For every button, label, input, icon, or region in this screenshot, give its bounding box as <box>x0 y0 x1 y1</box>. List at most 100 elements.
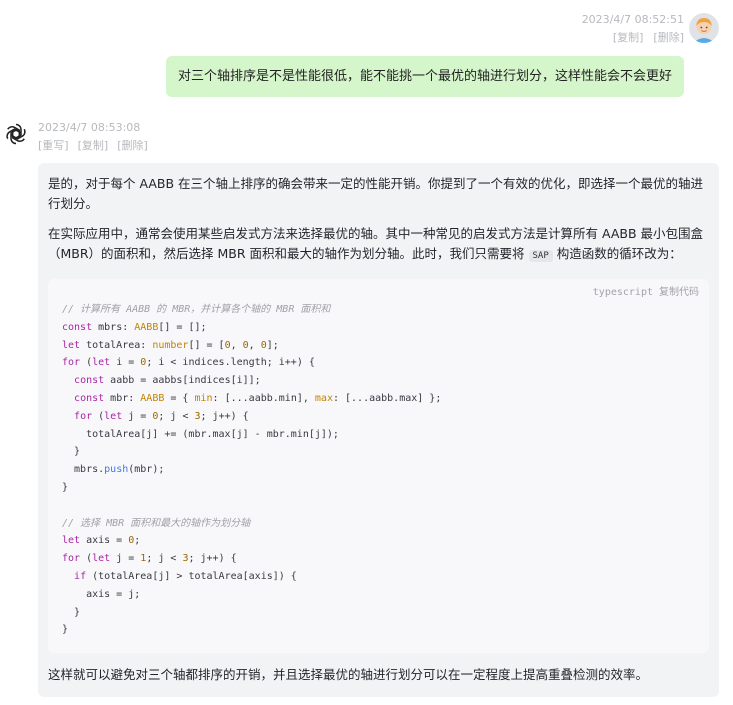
code-token: } <box>62 624 69 636</box>
assistant-paragraph-3: 这样就可以避免对三个轴都排序的开销，并且选择最优的轴进行划分可以在一定程度上提高… <box>48 667 649 682</box>
code-token: // 选择 MBR 面积和最大的轴作为划分轴 <box>62 517 251 529</box>
assistant-paragraph-1: 是的，对于每个 AABB 在三个轴上排序的确会带来一定的性能开销。你提到了一个有… <box>48 176 704 211</box>
inline-code: SAP <box>528 250 553 262</box>
assistant-message-actions: [重写] [复制] [删除] <box>38 139 157 153</box>
code-line: const mbr: AABB = { min: [...aabb.min], … <box>62 390 709 408</box>
user-message-bubble: 对三个轴排序是不是性能很低，能不能挑一个最优的轴进行划分，这样性能会不会更好 <box>165 56 684 97</box>
code-token: if <box>74 570 87 582</box>
user-avatar <box>689 13 719 43</box>
code-line: } <box>62 604 709 622</box>
user-message-timestamp: 2023/4/7 08:52:51 <box>581 13 684 26</box>
code-token: : [...aabb.min], <box>212 392 315 404</box>
assistant-paragraph-2-tail: 构造函数的循环改为： <box>552 246 682 261</box>
openai-logo-icon <box>6 123 26 145</box>
user-delete-button[interactable]: [删除] <box>653 31 684 44</box>
code-language-label: typescript <box>592 287 653 298</box>
user-message-actions: [复制] [删除] <box>582 31 684 45</box>
code-line: } <box>62 621 709 639</box>
code-token: let <box>62 535 81 547</box>
code-token: totalArea: <box>80 339 153 351</box>
code-token: ; j < <box>146 553 183 565</box>
code-token: [] = [ <box>188 339 225 351</box>
code-lines: // 计算所有 AABB 的 MBR，并计算各个轴的 MBR 面积和 const … <box>62 301 709 639</box>
code-token: for <box>74 410 93 422</box>
code-token: , <box>230 339 243 351</box>
code-token: mbrs. <box>62 464 105 476</box>
code-token: ( <box>92 410 105 422</box>
code-token: ( <box>80 357 93 369</box>
code-line: } <box>62 479 709 497</box>
user-copy-button[interactable]: [复制] <box>613 31 644 44</box>
code-token: ; j++) { <box>188 553 237 565</box>
code-token: for <box>62 553 81 565</box>
code-line: mbrs.push(mbr); <box>62 461 709 479</box>
code-token: = { <box>164 392 195 404</box>
code-token: const <box>74 392 105 404</box>
code-token: AABB <box>134 321 159 333</box>
code-token: ; j++) { <box>200 410 249 422</box>
code-token: } <box>62 481 69 493</box>
code-token: push <box>104 464 129 476</box>
code-token: mbr: <box>104 392 141 404</box>
code-token: j = <box>110 553 141 565</box>
code-token: i = <box>110 357 141 369</box>
code-token: for <box>62 357 81 369</box>
code-line: let axis = 0; <box>62 532 709 550</box>
code-token: ; j < <box>158 410 195 422</box>
code-line: const mbrs: AABB[] = []; <box>62 319 709 337</box>
assistant-copy-button[interactable]: [复制] <box>78 139 109 152</box>
code-token: let <box>92 357 111 369</box>
code-token: ( <box>80 553 93 565</box>
code-token: let <box>62 339 81 351</box>
code-token: axis = j; <box>62 588 141 600</box>
code-line: for (let j = 0; j < 3; j++) { <box>62 408 709 426</box>
code-line: axis = j; <box>62 586 709 604</box>
code-token: j = <box>122 410 153 422</box>
code-block: typescript 复制代码 // 计算所有 AABB 的 MBR，并计算各个轴… <box>48 279 709 653</box>
code-token: mbrs: <box>92 321 135 333</box>
code-token: ; i < indices.length; i++) { <box>146 357 315 369</box>
code-token: // 计算所有 AABB 的 MBR，并计算各个轴的 MBR 面积和 <box>62 304 331 315</box>
code-token: const <box>74 375 105 387</box>
code-token: axis = <box>80 535 129 547</box>
code-token: (mbr); <box>128 464 165 476</box>
code-token: let <box>104 410 123 422</box>
code-line: for (let j = 1; j < 3; j++) { <box>62 550 709 568</box>
code-token: min <box>194 392 213 404</box>
code-token: totalArea[j] += (mbr.max[j] - mbr.min[j]… <box>62 428 339 440</box>
code-token: : [...aabb.max] }; <box>332 392 442 404</box>
copy-code-button[interactable]: 复制代码 <box>659 287 699 298</box>
code-token: (totalArea[j] > totalArea[axis]) { <box>86 570 297 582</box>
user-avatar-icon <box>689 13 719 43</box>
code-token: , <box>248 339 261 351</box>
code-token: number <box>152 339 189 351</box>
code-line: // 选择 MBR 面积和最大的轴作为划分轴 <box>62 515 709 533</box>
code-token: aabb = aabbs[indices[i]]; <box>104 375 261 387</box>
user-message-meta: 2023/4/7 08:52:51 [复制] [删除] <box>582 13 684 45</box>
assistant-delete-button[interactable]: [删除] <box>117 139 148 152</box>
assistant-paragraph-2: 在实际应用中，通常会使用某些启发式方法来选择最优的轴。其中一种常见的启发式方法是… <box>48 224 709 266</box>
code-block-header: typescript 复制代码 <box>587 284 699 302</box>
code-line: totalArea[j] += (mbr.max[j] - mbr.min[j]… <box>62 426 709 444</box>
code-line: for (let i = 0; i < indices.length; i++)… <box>62 354 709 372</box>
code-token: max <box>314 392 333 404</box>
code-line: const aabb = aabbs[indices[i]]; <box>62 372 709 390</box>
code-token: [] = []; <box>158 321 207 333</box>
code-token: } <box>62 446 81 458</box>
code-line: let totalArea: number[] = [0, 0, 0]; <box>62 337 709 355</box>
code-line: } <box>62 443 709 461</box>
assistant-message-meta: 2023/4/7 08:53:08 [重写] [复制] [删除] <box>38 121 157 153</box>
code-token: let <box>92 553 111 565</box>
code-line: // 计算所有 AABB 的 MBR，并计算各个轴的 MBR 面积和 <box>62 301 709 319</box>
assistant-message-bubble: 是的，对于每个 AABB 在三个轴上排序的确会带来一定的性能开销。你提到了一个有… <box>38 163 719 697</box>
code-token: AABB <box>140 392 165 404</box>
assistant-rewrite-button[interactable]: [重写] <box>38 139 69 152</box>
code-token: const <box>62 321 93 333</box>
code-token: ]; <box>266 339 279 351</box>
code-token: } <box>62 606 81 618</box>
